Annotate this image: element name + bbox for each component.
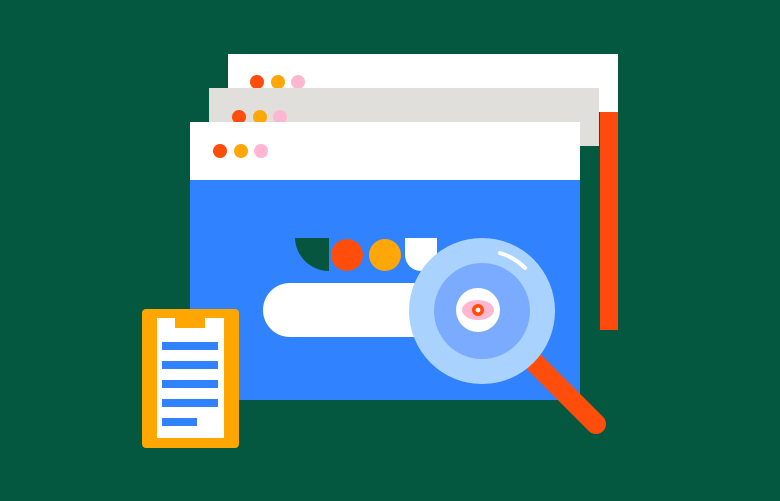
illustration-canvas [0,0,780,501]
window-middle-controls [232,110,287,124]
clipboard-line [162,380,218,388]
window-back-side-panel [600,112,618,330]
illustration-svg [0,0,780,501]
window-back-maximize-dot [291,75,305,89]
window-front-titlebar [190,122,580,180]
window-back-minimize-dot [271,75,285,89]
clipboard-line [162,361,218,369]
eye-icon [456,288,500,332]
clipboard-line [162,418,197,426]
logo-red-circle [331,239,363,271]
logo-orange-circle [369,239,401,271]
clipboard-line [162,399,218,407]
window-middle-minimize-dot [253,110,267,124]
window-back-controls [250,75,305,89]
eye-highlight [475,307,481,313]
clipboard-line [162,342,218,350]
window-front-controls [213,144,268,158]
window-middle-maximize-dot [273,110,287,124]
clipboard-icon [142,309,239,448]
window-back-close-dot [250,75,264,89]
window-front-minimize-dot [234,144,248,158]
window-middle-close-dot [232,110,246,124]
window-front-maximize-dot [254,144,268,158]
window-front-close-dot [213,144,227,158]
